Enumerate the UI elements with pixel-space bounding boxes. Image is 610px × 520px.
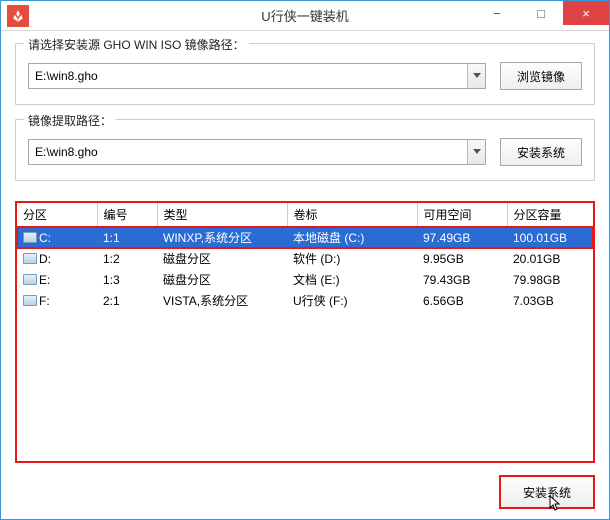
titlebar: U行侠一键装机 − □ × — [1, 1, 609, 31]
footer: 安装系统 — [15, 463, 595, 509]
table-cell: F: — [17, 290, 97, 311]
table-cell: VISTA,系统分区 — [157, 290, 287, 311]
disk-icon — [23, 232, 37, 243]
table-cell: 1:2 — [97, 248, 157, 269]
window-title: U行侠一键装机 — [261, 6, 348, 25]
col-free[interactable]: 可用空间 — [417, 203, 507, 227]
source-group: 请选择安装源 GHO WIN ISO 镜像路径： E:\win8.gho 浏览镜… — [15, 43, 595, 105]
table-cell: 100.01GB — [507, 227, 593, 249]
table-cell: 79.43GB — [417, 269, 507, 290]
content-area: 请选择安装源 GHO WIN ISO 镜像路径： E:\win8.gho 浏览镜… — [1, 31, 609, 519]
install-system-button[interactable]: 安装系统 — [500, 138, 582, 166]
maximize-button[interactable]: □ — [519, 1, 563, 25]
table-cell: 2:1 — [97, 290, 157, 311]
table-cell: E: — [17, 269, 97, 290]
table-row[interactable]: D:1:2磁盘分区软件 (D:)9.95GB20.01GB — [17, 248, 593, 269]
col-type[interactable]: 类型 — [157, 203, 287, 227]
table-cell: 6.56GB — [417, 290, 507, 311]
table-cell: 磁盘分区 — [157, 248, 287, 269]
col-number[interactable]: 编号 — [97, 203, 157, 227]
source-path-value: E:\win8.gho — [35, 69, 98, 83]
table-cell: 本地磁盘 (C:) — [287, 227, 417, 249]
browse-image-button[interactable]: 浏览镜像 — [500, 62, 582, 90]
table-row[interactable]: F:2:1VISTA,系统分区U行侠 (F:)6.56GB7.03GB — [17, 290, 593, 311]
table-cell: 文档 (E:) — [287, 269, 417, 290]
col-capacity[interactable]: 分区容量 — [507, 203, 593, 227]
table-cell: 79.98GB — [507, 269, 593, 290]
col-partition[interactable]: 分区 — [17, 203, 97, 227]
source-label: 请选择安装源 GHO WIN ISO 镜像路径： — [24, 36, 249, 53]
install-main-button[interactable]: 安装系统 — [499, 475, 595, 509]
close-button[interactable]: × — [563, 1, 609, 25]
source-path-combo[interactable]: E:\win8.gho — [28, 63, 486, 89]
table-cell: 20.01GB — [507, 248, 593, 269]
table-cell: 9.95GB — [417, 248, 507, 269]
disk-icon — [23, 274, 37, 285]
app-window: U行侠一键装机 − □ × 请选择安装源 GHO WIN ISO 镜像路径： E… — [0, 0, 610, 520]
chevron-down-icon[interactable] — [467, 140, 485, 164]
extract-group: 镜像提取路径： E:\win8.gho 安装系统 — [15, 119, 595, 181]
table-cell: U行侠 (F:) — [287, 290, 417, 311]
disk-icon — [23, 295, 37, 306]
disk-icon — [23, 253, 37, 264]
table-row[interactable]: E:1:3磁盘分区文档 (E:)79.43GB79.98GB — [17, 269, 593, 290]
table-header: 分区 编号 类型 卷标 可用空间 分区容量 — [17, 203, 593, 227]
partition-table[interactable]: 分区 编号 类型 卷标 可用空间 分区容量 C:1:1WINXP,系统分区本地磁… — [17, 203, 593, 311]
partition-table-wrap: 分区 编号 类型 卷标 可用空间 分区容量 C:1:1WINXP,系统分区本地磁… — [15, 201, 595, 463]
extract-path-value: E:\win8.gho — [35, 145, 98, 159]
table-cell: 1:1 — [97, 227, 157, 249]
app-icon — [7, 5, 29, 27]
table-row[interactable]: C:1:1WINXP,系统分区本地磁盘 (C:)97.49GB100.01GB — [17, 227, 593, 249]
window-controls: − □ × — [475, 1, 609, 30]
col-label[interactable]: 卷标 — [287, 203, 417, 227]
chevron-down-icon[interactable] — [467, 64, 485, 88]
table-cell: 磁盘分区 — [157, 269, 287, 290]
table-cell: 软件 (D:) — [287, 248, 417, 269]
table-cell: 97.49GB — [417, 227, 507, 249]
minimize-button[interactable]: − — [475, 1, 519, 25]
table-cell: WINXP,系统分区 — [157, 227, 287, 249]
extract-label: 镜像提取路径： — [24, 112, 116, 129]
table-cell: D: — [17, 248, 97, 269]
table-cell: 7.03GB — [507, 290, 593, 311]
extract-path-combo[interactable]: E:\win8.gho — [28, 139, 486, 165]
install-main-label: 安装系统 — [523, 484, 571, 501]
table-cell: 1:3 — [97, 269, 157, 290]
table-cell: C: — [17, 227, 97, 249]
